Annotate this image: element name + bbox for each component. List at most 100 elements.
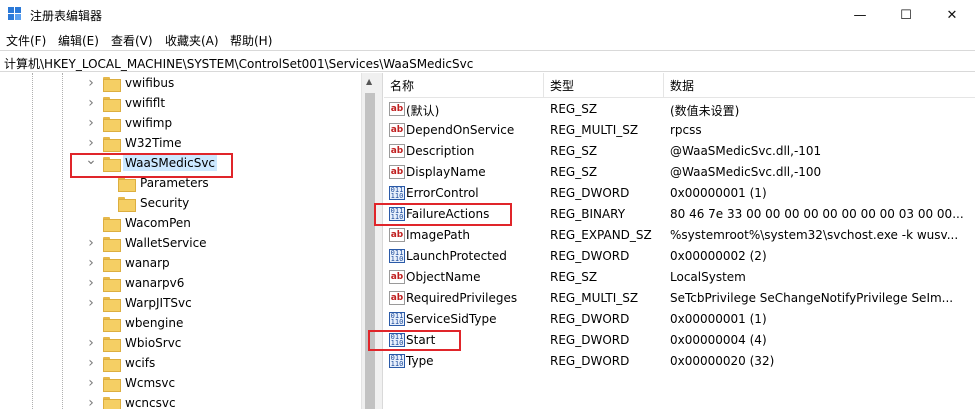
tree-item-label[interactable]: vwifibus [123, 75, 176, 91]
value-name[interactable]: Type [406, 354, 434, 368]
value-row[interactable]: 011 110 Type REG_DWORD 0x00000020 (32) [384, 351, 975, 372]
tree-item-label[interactable]: WalletService [123, 235, 209, 251]
value-name[interactable]: ImagePath [406, 228, 470, 242]
column-header-name[interactable]: 名称 [384, 73, 544, 98]
value-name[interactable]: DependOnService [406, 123, 514, 137]
tree-connector-line [62, 73, 63, 409]
tree-item[interactable]: › Wcmsvc [86, 373, 177, 393]
value-name[interactable]: ServiceSidType [406, 312, 496, 326]
tree-item-label[interactable]: wanarp [123, 255, 172, 271]
chevron-right-icon[interactable]: › [86, 233, 96, 253]
tree-item-label[interactable]: Wcmsvc [123, 375, 177, 391]
value-data: 0x00000001 (1) [670, 186, 767, 200]
key-tree[interactable]: › vwifibus › vwififlt › vwifimp › W32Time ⌄ WaaSM… [0, 73, 361, 409]
value-row[interactable]: 011 110 Start REG_DWORD 0x00000004 (4) [384, 330, 975, 351]
value-type: REG_SZ [550, 144, 598, 158]
tree-item[interactable]: › vwifimp [86, 113, 174, 133]
tree-item[interactable]: wbengine [86, 313, 185, 333]
value-row[interactable]: 011 110 LaunchProtected REG_DWORD 0x0000000… [384, 246, 975, 267]
minimize-button[interactable]: — [837, 0, 883, 30]
value-row[interactable]: ab ObjectName REG_SZ LocalSystem [384, 267, 975, 288]
menu-edit[interactable]: 编辑(E) [58, 32, 99, 49]
pane-splitter[interactable] [378, 73, 383, 409]
value-row[interactable]: ab Description REG_SZ @WaaSMedicSvc.dll,-10… [384, 141, 975, 162]
value-row[interactable]: 011 110 ServiceSidType REG_DWORD 0x00000001… [384, 309, 975, 330]
tree-item[interactable]: › WbioSrvc [86, 333, 183, 353]
value-row[interactable]: ab DisplayName REG_SZ @WaaSMedicSvc.dll,-10… [384, 162, 975, 183]
tree-item[interactable]: › vwifibus [86, 73, 176, 93]
column-header-type[interactable]: 类型 [544, 73, 664, 98]
tree-item-label[interactable]: WbioSrvc [123, 335, 183, 351]
tree-item-label[interactable]: wcncsvc [123, 395, 178, 409]
tree-item[interactable]: › WalletService [86, 233, 209, 253]
binary-value-icon: 011 110 [389, 354, 405, 368]
tree-item[interactable]: › wcifs [86, 353, 157, 373]
tree-scrollbar[interactable]: ▲ [361, 73, 378, 409]
menu-favorites[interactable]: 收藏夹(A) [165, 32, 219, 49]
value-list[interactable]: 名称 类型 数据 ab (默认) REG_SZ (数值未设置) ab DependOnSe… [384, 73, 975, 409]
tree-scrollbar-thumb[interactable] [365, 93, 375, 409]
tree-item[interactable]: › wanarp [86, 253, 172, 273]
tree-item-label[interactable]: wbengine [123, 315, 185, 331]
tree-item-label[interactable]: wanarpv6 [123, 275, 186, 291]
chevron-right-icon[interactable]: › [86, 113, 96, 133]
column-header-data[interactable]: 数据 [664, 73, 975, 98]
scroll-up-icon[interactable]: ▲ [366, 77, 372, 86]
chevron-right-icon[interactable]: › [86, 273, 96, 293]
folder-icon [103, 296, 121, 312]
value-type: REG_DWORD [550, 186, 630, 200]
tree-item-label[interactable]: vwifimp [123, 115, 174, 131]
chevron-right-icon[interactable]: › [86, 93, 96, 113]
menu-help[interactable]: 帮助(H) [230, 32, 272, 49]
value-name[interactable]: Description [406, 144, 474, 158]
tree-item[interactable]: WacomPen [86, 213, 193, 233]
tree-item-label[interactable]: wcifs [123, 355, 157, 371]
value-name[interactable]: DisplayName [406, 165, 486, 179]
chevron-right-icon[interactable]: › [86, 293, 96, 313]
tree-item[interactable]: Security [101, 193, 191, 213]
value-data: 0x00000002 (2) [670, 249, 767, 263]
close-icon: ✕ [946, 7, 958, 23]
value-name[interactable]: LaunchProtected [406, 249, 507, 263]
maximize-button[interactable]: ☐ [883, 0, 929, 30]
address-bar[interactable]: 计算机\HKEY_LOCAL_MACHINE\SYSTEM\ControlSet… [0, 50, 975, 72]
value-row[interactable]: ab (默认) REG_SZ (数值未设置) [384, 99, 975, 120]
tree-item[interactable]: › wcncsvc [86, 393, 178, 409]
value-data: 0x00000020 (32) [670, 354, 775, 368]
chevron-right-icon[interactable]: › [86, 373, 96, 393]
tree-item[interactable]: › WarpJITSvc [86, 293, 194, 313]
chevron-right-icon[interactable]: › [86, 393, 96, 409]
value-name[interactable]: ErrorControl [406, 186, 479, 200]
folder-icon [103, 216, 121, 232]
tree-item-label[interactable]: WarpJITSvc [123, 295, 194, 311]
value-type: REG_BINARY [550, 207, 626, 221]
menu-bar: 文件(F) 编辑(E) 查看(V) 收藏夹(A) 帮助(H) [0, 30, 975, 50]
tree-item[interactable]: › vwififlt [86, 93, 167, 113]
folder-icon [118, 176, 136, 192]
value-name[interactable]: (默认) [406, 102, 439, 119]
value-row[interactable]: ab ImagePath REG_EXPAND_SZ %systemroot%\sys… [384, 225, 975, 246]
tree-item-label[interactable]: W32Time [123, 135, 184, 151]
value-row[interactable]: ab DependOnService REG_MULTI_SZ rpcss [384, 120, 975, 141]
value-data: 80 46 7e 33 00 00 00 00 00 00 00 00 03 0… [670, 207, 964, 221]
menu-file[interactable]: 文件(F) [6, 32, 46, 49]
value-row[interactable]: 011 110 ErrorControl REG_DWORD 0x00000001 (… [384, 183, 975, 204]
tree-item[interactable]: › W32Time [86, 133, 184, 153]
address-path[interactable]: 计算机\HKEY_LOCAL_MACHINE\SYSTEM\ControlSet… [4, 55, 473, 72]
value-name[interactable]: ObjectName [406, 270, 480, 284]
value-data: %systemroot%\system32\svchost.exe -k wus… [670, 228, 959, 242]
value-row[interactable]: ab RequiredPrivileges REG_MULTI_SZ SeTcbPri… [384, 288, 975, 309]
string-value-icon: ab [389, 291, 405, 305]
chevron-right-icon[interactable]: › [86, 253, 96, 273]
menu-view[interactable]: 查看(V) [111, 32, 153, 49]
value-name[interactable]: RequiredPrivileges [406, 291, 517, 305]
tree-item-label[interactable]: Security [138, 195, 191, 211]
chevron-right-icon[interactable]: › [86, 73, 96, 93]
string-value-icon: ab [389, 228, 405, 242]
tree-item-label[interactable]: vwififlt [123, 95, 167, 111]
tree-item-label[interactable]: WacomPen [123, 215, 193, 231]
chevron-right-icon[interactable]: › [86, 333, 96, 353]
tree-item[interactable]: › wanarpv6 [86, 273, 186, 293]
chevron-right-icon[interactable]: › [86, 353, 96, 373]
close-button[interactable]: ✕ [929, 0, 975, 30]
